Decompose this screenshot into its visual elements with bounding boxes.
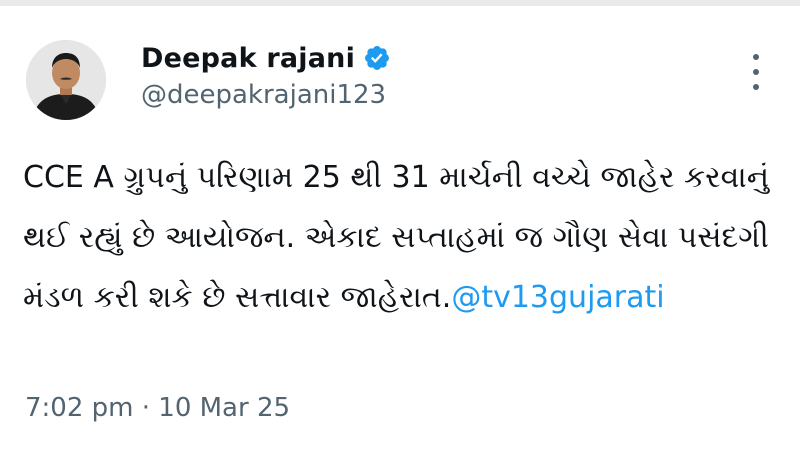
avatar-photo-icon <box>26 40 106 120</box>
top-divider <box>0 0 800 6</box>
verified-badge-icon <box>365 46 389 70</box>
more-dot <box>753 84 759 90</box>
tweet-timestamp[interactable]: 7:02 pm · 10 Mar 25 <box>25 393 290 423</box>
tweet-body: CCE A ગ્રુપનું પરિણામ 25 થી 31 માર્ચની વ… <box>23 160 779 315</box>
tweet-text: CCE A ગ્રુપનું પરિણામ 25 થી 31 માર્ચની વ… <box>23 148 783 328</box>
author-name-row: Deepak rajani <box>141 38 391 78</box>
more-dot <box>753 54 759 60</box>
author-handle[interactable]: @deepakrajani123 <box>141 80 386 110</box>
more-vertical-icon[interactable] <box>748 54 764 90</box>
more-dot <box>753 69 759 75</box>
mention-link[interactable]: @tv13gujarati <box>451 280 664 315</box>
avatar[interactable] <box>26 40 106 120</box>
author-display-name[interactable]: Deepak rajani <box>141 43 355 74</box>
